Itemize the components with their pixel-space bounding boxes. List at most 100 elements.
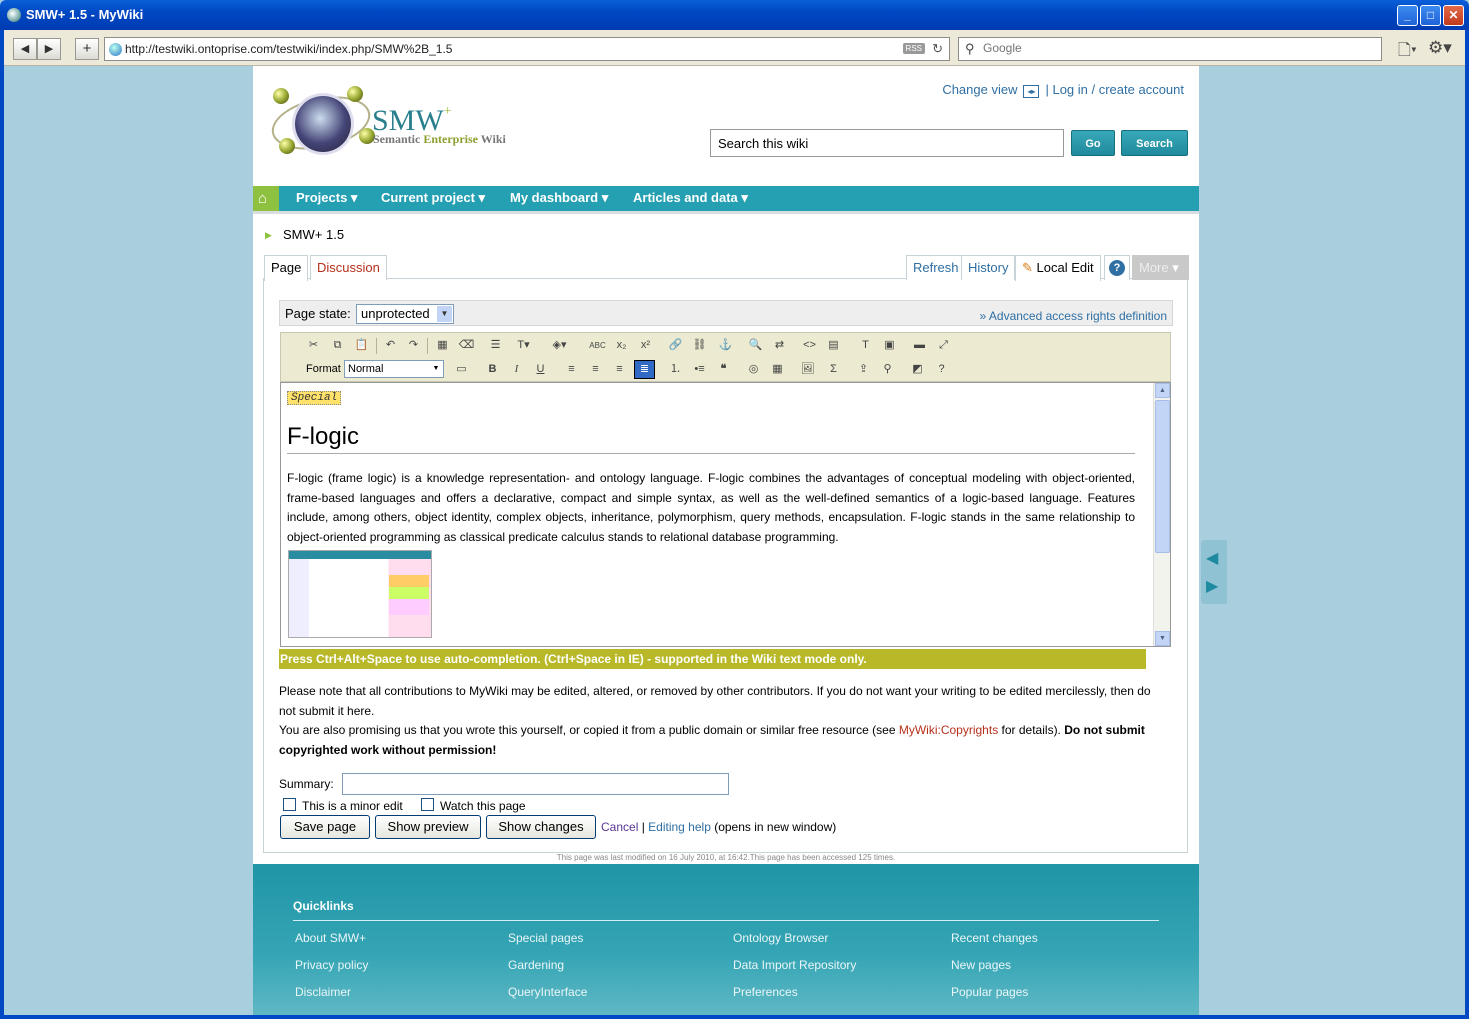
back-icon[interactable]: ◀ [13, 38, 37, 60]
login-link[interactable]: Log in / create account [1052, 82, 1184, 97]
redo-icon[interactable]: ↷ [405, 337, 422, 354]
minor-edit-checkbox[interactable] [283, 798, 296, 811]
anchor-icon[interactable]: ⚓ [717, 337, 734, 354]
browser-search-input[interactable] [983, 41, 1363, 55]
subscript-icon[interactable]: x₂ [613, 337, 630, 354]
gear-icon[interactable]: ⚙▾ [1428, 38, 1452, 58]
unlink-icon[interactable]: ⛓ [691, 337, 708, 354]
side-panel-toggle[interactable]: ◀ ▶ [1201, 540, 1227, 604]
find-icon[interactable]: 🔍 [747, 337, 764, 354]
scroll-thumb[interactable] [1155, 400, 1170, 553]
select-all-icon[interactable]: ▦ [434, 337, 451, 354]
link-icon[interactable]: 🔗 [667, 337, 684, 354]
footer-link[interactable]: Gardening [508, 958, 564, 972]
footer-link[interactable]: Recent changes [951, 931, 1038, 945]
summary-input[interactable] [342, 773, 729, 795]
underline-icon[interactable]: U [532, 361, 549, 378]
menu-current-project[interactable]: Current project ▾ [381, 190, 485, 206]
help-toolbar-icon[interactable]: ? [933, 361, 950, 378]
footer-link[interactable]: New pages [951, 958, 1011, 972]
special-tag[interactable]: Special [287, 391, 342, 405]
footer-link[interactable]: Special pages [508, 931, 583, 945]
editing-help-link[interactable]: Editing help [648, 820, 711, 834]
remove-format-icon[interactable]: ⌫ [458, 337, 475, 354]
search-button[interactable]: Search [1121, 130, 1188, 156]
paste-icon[interactable]: 📋 [353, 337, 370, 354]
browser-search-box[interactable]: ⚲ [958, 37, 1382, 61]
page-menu-icon[interactable]: 🗋▾ [1398, 39, 1417, 66]
replace-icon[interactable]: ⇄ [771, 337, 788, 354]
advanced-access-link[interactable]: » Advanced access rights definition [980, 309, 1167, 323]
format-select[interactable]: Normal ▼ [344, 360, 444, 378]
cancel-link[interactable]: Cancel [601, 820, 638, 834]
arrow-right-icon[interactable]: ▶ [1206, 576, 1218, 596]
horizontal-rule-icon[interactable]: ☰ [487, 337, 504, 354]
terminal-icon[interactable]: ▬ [911, 337, 928, 354]
source-icon[interactable]: <> [801, 337, 818, 354]
upload-icon[interactable]: ⇪ [855, 361, 872, 378]
arrow-left-icon[interactable]: ◀ [1206, 548, 1218, 568]
change-view-link[interactable]: Change view [942, 82, 1017, 97]
tab-more[interactable]: More ▾ [1132, 255, 1189, 280]
superscript-icon[interactable]: x² [637, 337, 654, 354]
preview-button[interactable]: Show preview [375, 815, 481, 839]
rss-icon[interactable]: RSS [902, 43, 925, 54]
spellcheck-icon[interactable]: ABC [589, 337, 606, 354]
undo-icon[interactable]: ↶ [382, 337, 399, 354]
article-image[interactable] [288, 550, 432, 638]
paragraph-icon[interactable]: ▭ [453, 361, 470, 378]
scroll-down-icon[interactable]: ▼ [1155, 631, 1170, 646]
new-tab-icon[interactable]: + [75, 38, 99, 60]
table-icon[interactable]: ▦ [769, 361, 786, 378]
annotate-icon[interactable]: ◩ [909, 361, 926, 378]
save-button[interactable]: Save page [280, 815, 370, 839]
align-left-icon[interactable]: ≡ [563, 361, 580, 378]
align-center-icon[interactable]: ≡ [587, 361, 604, 378]
copyrights-link[interactable]: MyWiki:Copyrights [899, 723, 998, 737]
change-view-icon[interactable]: ◂▸ [1023, 85, 1040, 98]
numbered-list-icon[interactable]: ⒈ [667, 361, 684, 378]
address-bar[interactable]: http://testwiki.ontoprise.com/testwiki/i… [104, 37, 950, 61]
special-char-icon[interactable]: ◎ [745, 361, 762, 378]
cut-icon[interactable]: ✂ [305, 337, 322, 354]
show-changes-button[interactable]: Show changes [486, 815, 596, 839]
footer-link[interactable]: Privacy policy [295, 958, 368, 972]
template-icon[interactable]: ▤ [825, 337, 842, 354]
minimize-button[interactable]: _ [1397, 5, 1418, 26]
tab-local-edit[interactable]: ✎ Local Edit [1015, 255, 1101, 281]
tab-discussion[interactable]: Discussion [310, 255, 387, 280]
close-button[interactable]: ✕ [1443, 5, 1464, 26]
menu-articles-data[interactable]: Articles and data ▾ [633, 190, 748, 206]
image-icon[interactable]: 🖼 [799, 361, 816, 378]
wysiwyg-editor[interactable]: Special F-logic F-logic (frame logic) is… [280, 382, 1171, 647]
maximize-button[interactable]: □ [1420, 5, 1441, 26]
math-icon[interactable]: Σ [825, 361, 842, 378]
footer-link[interactable]: Preferences [733, 985, 798, 999]
italic-icon[interactable]: I [508, 361, 525, 378]
wiki-search-input[interactable] [710, 129, 1064, 157]
text-block-icon[interactable]: T [857, 337, 874, 354]
footer-link[interactable]: Disclaimer [295, 985, 351, 999]
footer-link[interactable]: QueryInterface [508, 985, 587, 999]
footer-link[interactable]: Popular pages [951, 985, 1028, 999]
align-right-icon[interactable]: ≡ [611, 361, 628, 378]
go-button[interactable]: Go [1071, 130, 1115, 156]
tab-refresh[interactable]: Refresh [906, 255, 966, 280]
fullscreen-icon[interactable]: ⤢ [935, 337, 952, 354]
bg-color-icon[interactable]: ◈▾ [551, 337, 568, 354]
forward-icon[interactable]: ▶ [37, 38, 61, 60]
copy-icon[interactable]: ⧉ [329, 337, 346, 354]
scroll-up-icon[interactable]: ▲ [1155, 383, 1170, 398]
justify-icon[interactable]: ≣ [634, 360, 655, 379]
editor-scrollbar[interactable]: ▲ ▼ [1153, 383, 1170, 646]
reload-icon[interactable]: ↻ [932, 41, 943, 57]
smw-logo[interactable] [266, 84, 379, 164]
query-icon[interactable]: ⚲ [879, 361, 896, 378]
blockquote-icon[interactable]: ❝ [715, 361, 732, 378]
footer-link[interactable]: Data Import Repository [733, 958, 856, 972]
menu-projects[interactable]: Projects ▾ [296, 190, 357, 206]
watch-page-checkbox[interactable] [421, 798, 434, 811]
home-button[interactable]: ⌂ [253, 186, 279, 211]
footer-link[interactable]: About SMW+ [295, 931, 366, 945]
tab-help[interactable]: ? [1104, 255, 1130, 280]
